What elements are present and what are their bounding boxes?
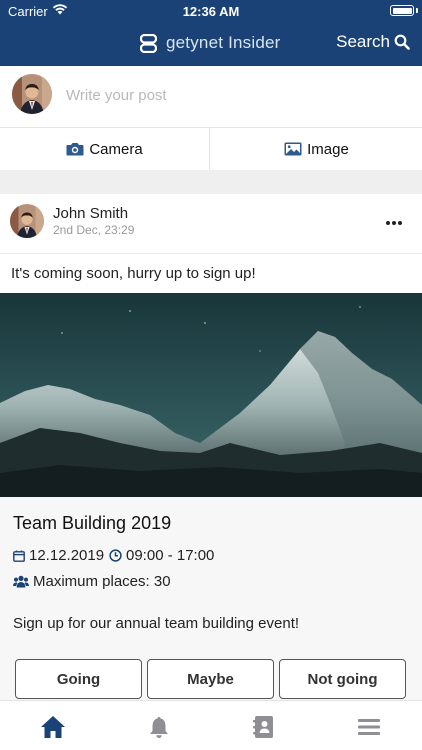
post-image[interactable] [0,293,422,497]
clock-icon [109,549,122,562]
calendar-icon [13,550,25,562]
event-places: Maximum places: 30 [13,573,171,590]
camera-icon [66,143,84,156]
image-label: Image [307,140,349,158]
app-header: Carrier 12:36 AM getynet Insider Search [0,0,422,66]
tab-bar [0,700,422,750]
contacts-icon[interactable] [251,714,277,740]
status-time: 12:36 AM [182,4,240,19]
maybe-button[interactable]: Maybe [147,659,274,699]
event-description: Sign up for our annual team building eve… [13,615,300,632]
post-author[interactable]: John Smith [53,205,128,222]
brand-name: getynet Insider [166,33,281,52]
search-label: Search [336,32,390,51]
more-options-icon[interactable] [384,221,402,225]
post-composer: Camera Image [0,66,422,170]
going-button[interactable]: Going [15,659,142,699]
author-avatar[interactable] [10,204,44,238]
camera-button[interactable]: Camera [0,128,210,170]
event-date: 12.12.2019 [13,547,104,564]
battery-icon [390,5,414,16]
post-header: John Smith 2nd Dec, 23:29 [0,194,422,254]
post-card: John Smith 2nd Dec, 23:29 It's coming so… [0,194,422,700]
composer-row [0,66,422,128]
image-button[interactable]: Image [211,128,422,170]
search-button[interactable]: Search [336,32,410,52]
event-time: 09:00 - 17:00 [109,547,214,564]
status-bar: Carrier 12:36 AM [0,0,422,22]
home-icon[interactable] [40,714,66,740]
post-text: It's coming soon, hurry up to sign up! [11,265,256,282]
event-title: Team Building 2019 [13,513,172,533]
post-date: 2nd Dec, 23:29 [53,223,135,237]
app-brand: getynet Insider [140,31,281,55]
post-input[interactable] [66,84,406,106]
app-screen: Carrier 12:36 AM getynet Insider Search [0,0,422,750]
image-icon [284,142,302,156]
not-going-button[interactable]: Not going [279,659,406,699]
camera-label: Camera [89,140,143,158]
search-icon [394,34,410,50]
menu-icon[interactable] [356,714,382,740]
user-avatar [12,74,52,114]
bell-icon[interactable] [146,714,172,740]
event-date-text: 12.12.2019 [29,547,105,564]
event-time-text: 09:00 - 17:00 [126,547,215,564]
getynet-logo-icon [140,33,157,53]
users-icon [13,575,29,588]
event-details: Team Building 2019 12.12.2019 09:00 - 17… [0,497,422,700]
event-places-text: Maximum places: 30 [33,573,171,590]
